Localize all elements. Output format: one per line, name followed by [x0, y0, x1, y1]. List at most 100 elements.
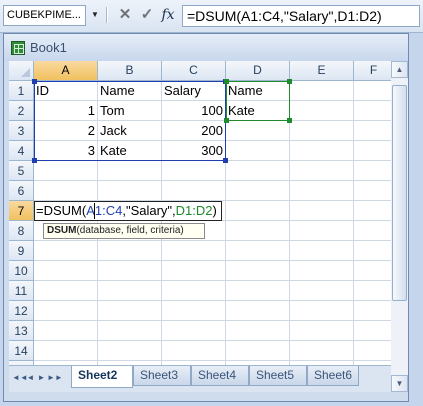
- sheet-tab-sheet5[interactable]: Sheet5: [249, 366, 307, 386]
- column-header-a[interactable]: A: [34, 61, 98, 81]
- cell-a1[interactable]: ID: [34, 81, 98, 101]
- cell-b1[interactable]: Name: [98, 81, 162, 101]
- cell-d7[interactable]: [226, 201, 290, 221]
- cell-d14[interactable]: [226, 341, 290, 361]
- cancel-icon[interactable]: ✕: [116, 6, 134, 24]
- cell-e14[interactable]: [290, 341, 354, 361]
- cell-e9[interactable]: [290, 241, 354, 261]
- cell-e3[interactable]: [290, 121, 354, 141]
- scroll-thumb[interactable]: [392, 85, 407, 301]
- cell-d1[interactable]: Name: [226, 81, 290, 101]
- cell-d3[interactable]: [226, 121, 290, 141]
- cell-c14[interactable]: [162, 341, 226, 361]
- cell-d8[interactable]: [226, 221, 290, 241]
- insert-function-icon[interactable]: fx: [159, 6, 177, 24]
- formula-input[interactable]: =DSUM(A1:C4,"Salary",D1:D2): [182, 5, 420, 27]
- row-header-9[interactable]: 9: [9, 241, 34, 261]
- cell-f7[interactable]: [354, 201, 391, 221]
- cell-a9[interactable]: [34, 241, 98, 261]
- range-reference-a1-c4[interactable]: A1:C4: [86, 203, 122, 218]
- sheet-tab-sheet4[interactable]: Sheet4: [191, 366, 249, 386]
- sheet-tab-sheet6[interactable]: Sheet6: [307, 366, 359, 386]
- row-header-1[interactable]: 1: [9, 81, 34, 101]
- cell-c11[interactable]: [162, 281, 226, 301]
- row-header-11[interactable]: 11: [9, 281, 34, 301]
- cell-c3[interactable]: 200: [162, 121, 226, 141]
- column-header-d[interactable]: D: [226, 61, 290, 81]
- cell-f8[interactable]: [354, 221, 391, 241]
- cell-b13[interactable]: [98, 321, 162, 341]
- cell-c6[interactable]: [162, 181, 226, 201]
- column-header-c[interactable]: C: [162, 61, 226, 81]
- cell-a2[interactable]: 1: [34, 101, 98, 121]
- row-header-13[interactable]: 13: [9, 321, 34, 341]
- active-cell-editor[interactable]: =DSUM(A1:C4,"Salary",D1:D2): [34, 201, 222, 221]
- cell-f10[interactable]: [354, 261, 391, 281]
- cell-f6[interactable]: [354, 181, 391, 201]
- cell-c12[interactable]: [162, 301, 226, 321]
- cell-f12[interactable]: [354, 301, 391, 321]
- cell-e12[interactable]: [290, 301, 354, 321]
- row-header-3[interactable]: 3: [9, 121, 34, 141]
- cell-e13[interactable]: [290, 321, 354, 341]
- cell-c9[interactable]: [162, 241, 226, 261]
- cell-b5[interactable]: [98, 161, 162, 181]
- cell-e4[interactable]: [290, 141, 354, 161]
- cell-e2[interactable]: [290, 101, 354, 121]
- enter-check-icon[interactable]: ✓: [138, 6, 156, 24]
- last-sheet-icon[interactable]: ►►: [47, 372, 63, 384]
- row-header-2[interactable]: 2: [9, 101, 34, 121]
- row-header-8[interactable]: 8: [9, 221, 34, 241]
- cell-f13[interactable]: [354, 321, 391, 341]
- tooltip-function-name[interactable]: DSUM: [47, 225, 76, 236]
- worksheet-grid[interactable]: ABCDEF 123456789101112131415 IDNameSalar…: [9, 61, 391, 392]
- cell-e5[interactable]: [290, 161, 354, 181]
- name-box[interactable]: CUBEKPIME...: [3, 5, 86, 26]
- column-header-b[interactable]: B: [98, 61, 162, 81]
- cell-a5[interactable]: [34, 161, 98, 181]
- cell-d9[interactable]: [226, 241, 290, 261]
- cell-e6[interactable]: [290, 181, 354, 201]
- cell-b2[interactable]: Tom: [98, 101, 162, 121]
- cell-a3[interactable]: 2: [34, 121, 98, 141]
- cell-b9[interactable]: [98, 241, 162, 261]
- row-header-4[interactable]: 4: [9, 141, 34, 161]
- cell-d6[interactable]: [226, 181, 290, 201]
- first-sheet-icon[interactable]: ◄◄: [12, 372, 28, 384]
- cell-a4[interactable]: 3: [34, 141, 98, 161]
- row-header-10[interactable]: 10: [9, 261, 34, 281]
- cell-b10[interactable]: [98, 261, 162, 281]
- cell-b3[interactable]: Jack: [98, 121, 162, 141]
- cell-c1[interactable]: Salary: [162, 81, 226, 101]
- vertical-scrollbar[interactable]: ▲ ▼: [391, 61, 408, 392]
- cell-f3[interactable]: [354, 121, 391, 141]
- cell-c5[interactable]: [162, 161, 226, 181]
- cell-f2[interactable]: [354, 101, 391, 121]
- cell-d13[interactable]: [226, 321, 290, 341]
- cell-d2[interactable]: Kate: [226, 101, 290, 121]
- cell-e8[interactable]: [290, 221, 354, 241]
- cell-a14[interactable]: [34, 341, 98, 361]
- cell-c2[interactable]: 100: [162, 101, 226, 121]
- cell-a12[interactable]: [34, 301, 98, 321]
- column-header-e[interactable]: E: [290, 61, 354, 81]
- cell-f14[interactable]: [354, 341, 391, 361]
- cell-d10[interactable]: [226, 261, 290, 281]
- cell-f4[interactable]: [354, 141, 391, 161]
- cell-c10[interactable]: [162, 261, 226, 281]
- name-box-dropdown-icon[interactable]: ▼: [90, 10, 100, 20]
- cell-d11[interactable]: [226, 281, 290, 301]
- range-reference-d1-d2[interactable]: D1:D2: [176, 203, 213, 218]
- cell-b4[interactable]: Kate: [98, 141, 162, 161]
- cell-f9[interactable]: [354, 241, 391, 261]
- column-header-f[interactable]: F: [354, 61, 391, 81]
- cell-a6[interactable]: [34, 181, 98, 201]
- cell-a13[interactable]: [34, 321, 98, 341]
- cell-f11[interactable]: [354, 281, 391, 301]
- scroll-up-icon[interactable]: ▲: [391, 61, 408, 78]
- cell-b12[interactable]: [98, 301, 162, 321]
- cell-d4[interactable]: [226, 141, 290, 161]
- cell-c4[interactable]: 300: [162, 141, 226, 161]
- next-sheet-icon[interactable]: ►: [36, 372, 47, 384]
- sheet-tab-sheet3[interactable]: Sheet3: [133, 366, 191, 386]
